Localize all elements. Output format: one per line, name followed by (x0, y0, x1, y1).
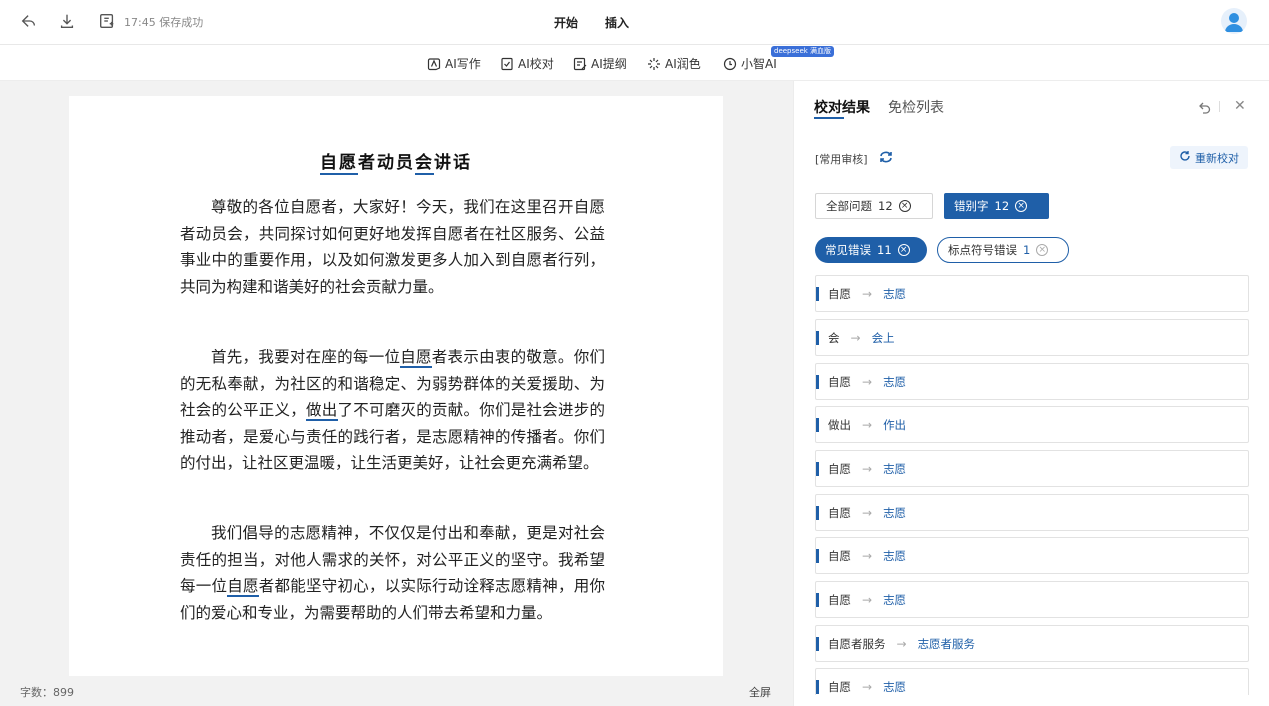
deepseek-badge: deepseek 满血版 (771, 46, 835, 57)
error-item[interactable]: 自愿 → 志愿 (815, 494, 1249, 531)
arrow-right-icon: → (862, 679, 873, 694)
tab-exempt-list[interactable]: 免检列表 (888, 97, 944, 117)
error-item[interactable]: 自愿 → 志愿 (815, 668, 1249, 695)
ai-outline-button[interactable]: AI提纲 (573, 55, 627, 72)
switch-mode-icon[interactable] (878, 149, 894, 163)
filter-typo[interactable]: 错别字 12 × (944, 193, 1049, 219)
sparkle-icon (647, 57, 661, 71)
arrow-right-icon: → (862, 374, 873, 389)
tab-proofread-results[interactable]: 校对结果 (814, 97, 870, 119)
ai-polish-button[interactable]: AI润色 (647, 55, 701, 72)
clear-filter-icon[interactable]: × (1015, 200, 1028, 212)
error-item[interactable]: 做出 → 作出 (815, 406, 1249, 443)
word-count: 字数：899 (20, 686, 74, 699)
error-item[interactable]: 自愿 → 志愿 (815, 537, 1249, 574)
ai-write-button[interactable]: AI写作 (427, 55, 481, 72)
ai-polish-label: AI润色 (665, 57, 701, 71)
ai-proofread-button[interactable]: AI校对 (500, 55, 554, 72)
ai-outline-label: AI提纲 (591, 57, 627, 71)
xiaozhi-ai-button[interactable]: 小智AI (723, 55, 777, 72)
arrow-right-icon: → (862, 592, 873, 607)
recheck-button[interactable]: 重新校对 (1170, 146, 1248, 169)
tab-insert[interactable]: 插入 (605, 14, 629, 31)
clock-icon (723, 57, 737, 71)
tab-start[interactable]: 开始 (554, 14, 578, 31)
filter-all-issues[interactable]: 全部问题 12 × (815, 193, 933, 219)
proofread-panel: 校对结果 免检列表 ✕ [常用审核] 重新校对 全部问题 12 × 错别字 12… (793, 81, 1269, 706)
clear-filter-icon[interactable]: × (897, 244, 910, 256)
error-item[interactable]: 自愿 → 志愿 (815, 363, 1249, 400)
download-icon[interactable] (58, 12, 78, 32)
error-item[interactable]: 自愿 → 志愿 (815, 581, 1249, 618)
filter-all-label: 全部问题 (826, 199, 872, 213)
recheck-label: 重新校对 (1195, 151, 1239, 165)
document-title[interactable]: 自愿者动员会讲话 (69, 148, 723, 175)
close-icon[interactable]: ✕ (1234, 98, 1246, 114)
refresh-icon (1179, 150, 1191, 165)
paragraph-3[interactable]: 我们倡导的志愿精神，不仅仅是付出和奉献，更是对社会责任的担当，对他人需求的关怀，… (180, 520, 605, 626)
fullscreen-button[interactable]: 全屏 (749, 684, 771, 700)
error-item[interactable]: 自愿 → 志愿 (815, 275, 1249, 312)
filter-common-count: 11 (877, 243, 892, 257)
divider (1219, 101, 1220, 112)
ai-write-icon (427, 57, 441, 71)
error-item[interactable]: 自愿 → 志愿 (815, 450, 1249, 487)
audit-mode-label: [常用审核] (815, 153, 868, 166)
arrow-right-icon: → (850, 330, 861, 345)
filter-punct-label: 标点符号错误 (948, 243, 1017, 257)
avatar[interactable] (1221, 8, 1247, 34)
filter-punct-count: 1 (1023, 243, 1031, 257)
arrow-right-icon: → (862, 505, 873, 520)
filter-punctuation-errors[interactable]: 标点符号错误 1 × (937, 237, 1069, 263)
document-page[interactable]: 自愿者动员会讲话 尊敬的各位自愿者，大家好！今天，我们在这里召开自愿者动员会，共… (69, 96, 723, 676)
filter-typo-label: 错别字 (954, 199, 989, 213)
arrow-right-icon: → (862, 286, 873, 301)
arrow-right-icon: → (862, 417, 873, 432)
save-status: 17:45 保存成功 (124, 16, 204, 29)
back-icon[interactable] (20, 12, 40, 32)
clear-filter-icon[interactable]: × (1036, 244, 1049, 256)
arrow-right-icon: → (862, 548, 873, 563)
clear-filter-icon[interactable]: × (898, 200, 911, 212)
error-list: 自愿 → 志愿 会 → 会上 自愿 → 志愿 做出 → 作出 自愿 → 志愿 自愿 → 志愿 自愿 → 志愿… (815, 275, 1249, 695)
filter-all-count: 12 (878, 199, 893, 213)
paragraph-2[interactable]: 首先，我要对在座的每一位自愿者表示由衷的敬意。你们的无私奉献，为社区的和谐稳定、… (180, 344, 605, 477)
ai-proofread-label: AI校对 (518, 57, 554, 71)
error-item[interactable]: 自愿者服务 → 志愿者服务 (815, 625, 1249, 662)
xiaozhi-ai-label: 小智AI (741, 57, 777, 71)
undo-icon[interactable] (1198, 99, 1212, 114)
arrow-right-icon: → (896, 636, 907, 651)
top-bar: 17:45 保存成功 开始 插入 (0, 0, 1269, 45)
arrow-right-icon: → (862, 461, 873, 476)
paragraph-1[interactable]: 尊敬的各位自愿者，大家好！今天，我们在这里召开自愿者动员会，共同探讨如何更好地发… (180, 194, 605, 300)
ai-toolbar: AI写作 AI校对 AI提纲 AI润色 小智AI (0, 45, 1269, 81)
editor-area: 自愿者动员会讲话 尊敬的各位自愿者，大家好！今天，我们在这里召开自愿者动员会，共… (0, 81, 793, 706)
save-document-icon[interactable] (98, 12, 118, 32)
filter-common-label: 常见错误 (825, 243, 871, 257)
outline-icon (573, 57, 587, 71)
proofread-icon (500, 57, 514, 71)
ai-write-label: AI写作 (445, 57, 481, 71)
filter-common-errors[interactable]: 常见错误 11 × (815, 237, 927, 263)
filter-typo-count: 12 (994, 199, 1010, 213)
error-item[interactable]: 会 → 会上 (815, 319, 1249, 356)
